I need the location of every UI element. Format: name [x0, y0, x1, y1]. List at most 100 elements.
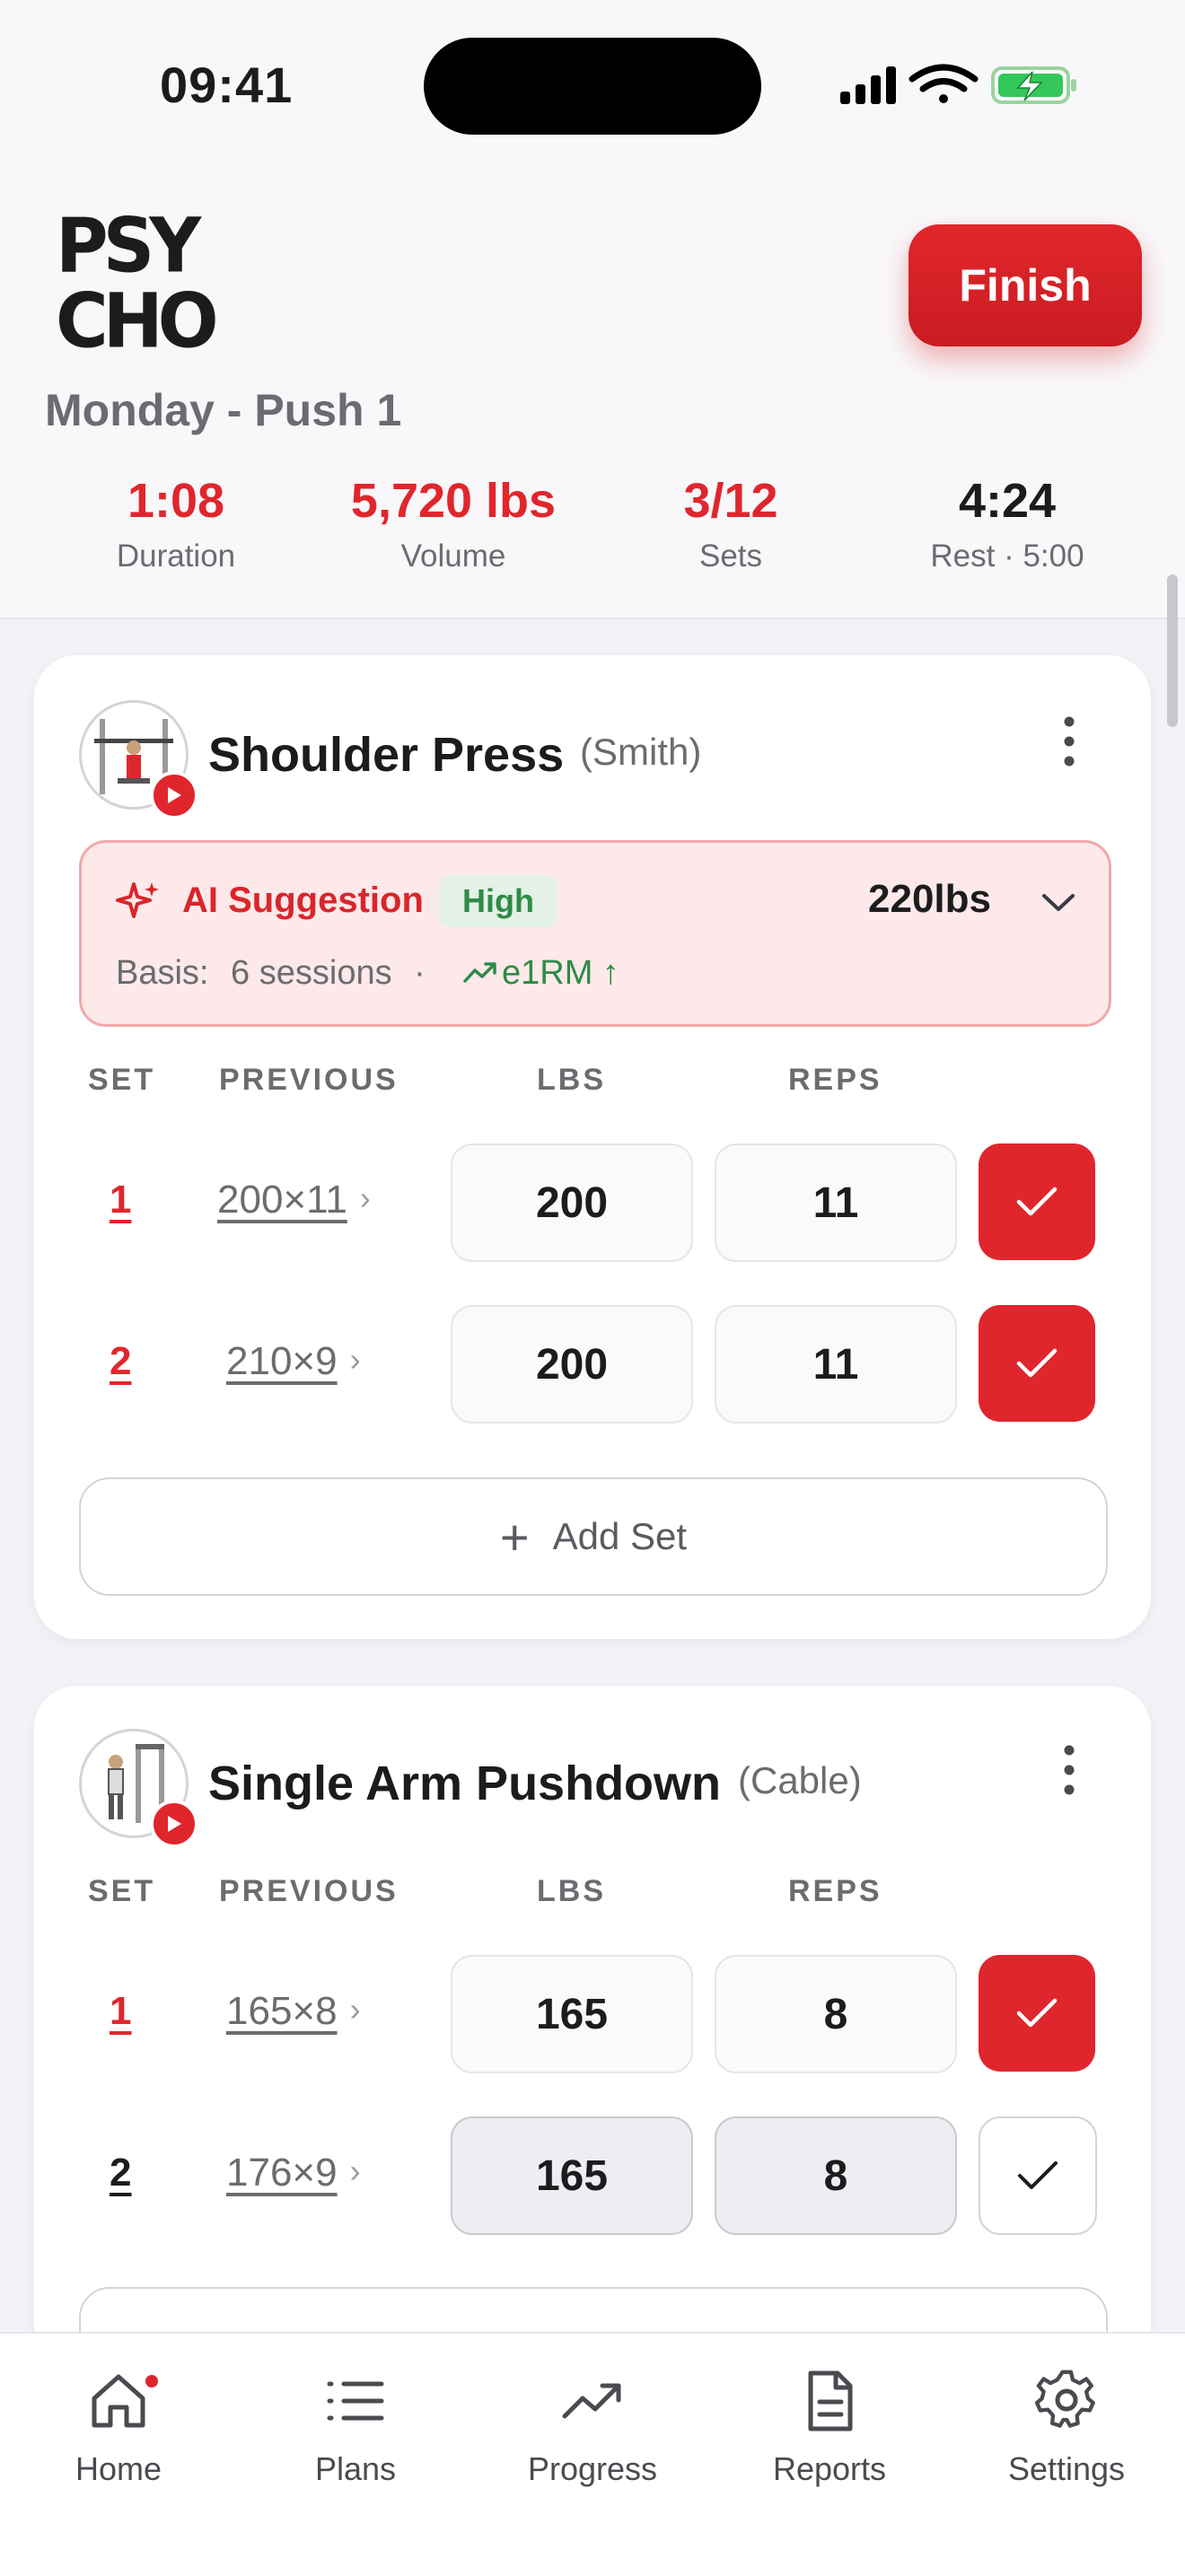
- complete-set-button[interactable]: [979, 1143, 1095, 1260]
- previous-set-value: 200×11: [217, 1178, 347, 1222]
- plus-icon: +: [499, 1508, 530, 1565]
- column-reps: REPS: [788, 1874, 882, 1908]
- exercise-name[interactable]: Single Arm Pushdown: [208, 1756, 721, 1811]
- app-logo: PSY CHO: [56, 206, 219, 361]
- previous-set-link[interactable]: 176×9 ›: [226, 2151, 361, 2195]
- tab-settings-label: Settings: [1007, 2450, 1126, 2487]
- tab-progress[interactable]: Progress: [494, 2370, 691, 2488]
- set-number[interactable]: 2: [110, 2151, 131, 2195]
- signal-icon: [840, 66, 896, 104]
- add-set-button[interactable]: + Add Set: [79, 1477, 1108, 1596]
- add-set-label: Add Set: [552, 1515, 688, 1557]
- tab-plans-label: Plans: [314, 2450, 397, 2487]
- tab-plans[interactable]: Plans: [257, 2370, 454, 2488]
- stat-sets-label: Sets: [698, 539, 763, 574]
- ai-suggestion-panel[interactable]: AI Suggestion High 220lbs Basis: 6 sessi…: [79, 840, 1111, 1027]
- gear-icon: [1035, 2370, 1095, 2428]
- previous-set-value: 176×9: [226, 2151, 338, 2195]
- play-video-icon[interactable]: [150, 771, 198, 819]
- play-video-icon[interactable]: [150, 1800, 198, 1848]
- stat-rest-label: Rest · 5:00: [930, 539, 1084, 574]
- chevron-right-icon: ›: [349, 1341, 361, 1378]
- more-options-icon[interactable]: [1056, 1743, 1083, 1797]
- stat-sets: 3/12 Sets: [596, 472, 865, 574]
- exercise-thumbnail[interactable]: [79, 1729, 198, 1848]
- stat-rest-timer[interactable]: 4:24 Rest · 5:00: [873, 472, 1142, 574]
- weight-input[interactable]: 165: [451, 2116, 693, 2235]
- list-icon: [327, 2381, 384, 2421]
- previous-set-link[interactable]: 165×8 ›: [226, 1989, 361, 2034]
- ai-suggested-weight: 220lbs: [868, 877, 991, 921]
- workout-header: 09:41 PSY CHO Finish Monday - Push 1 1:0…: [0, 0, 1185, 727]
- ai-suggestion-title: AI Suggestion: [182, 881, 424, 920]
- more-options-icon[interactable]: [1056, 714, 1083, 768]
- exercise-card: Shoulder Press (Smith) AI Suggestion Hig…: [34, 655, 1151, 1639]
- complete-set-button[interactable]: [979, 2116, 1097, 2235]
- battery-charging-icon: [991, 66, 1076, 104]
- weight-input[interactable]: 200: [451, 1143, 693, 1262]
- status-icons: [840, 64, 1076, 104]
- trend-icon: [562, 2383, 621, 2419]
- column-lbs: LBS: [537, 1874, 606, 1908]
- previous-set-link[interactable]: 210×9 ›: [226, 1339, 361, 1384]
- set-number[interactable]: 1: [110, 1989, 131, 2034]
- reps-input[interactable]: 11: [715, 1305, 957, 1424]
- notification-badge: [145, 2375, 158, 2388]
- chevron-down-icon[interactable]: [1040, 891, 1076, 915]
- set-number[interactable]: 2: [110, 1339, 131, 1384]
- exercise-equipment: (Smith): [580, 731, 702, 773]
- dynamic-island: [424, 38, 761, 135]
- complete-set-button[interactable]: [979, 1305, 1095, 1422]
- ai-trend: e1RM ↑: [502, 954, 619, 992]
- tab-bar: Home Plans Progress Reports Settings: [0, 2332, 1185, 2576]
- tab-home-label: Home: [75, 2450, 162, 2487]
- exercise-card: Single Arm Pushdown (Cable) SET PREVIOUS…: [34, 1686, 1151, 2405]
- stat-rest-value: 4:24: [958, 474, 1057, 528]
- status-time: 09:41: [160, 57, 294, 113]
- ai-basis: Basis: 6 sessions ·: [116, 954, 426, 993]
- column-lbs: LBS: [537, 1063, 606, 1097]
- stat-duration-label: Duration: [116, 539, 236, 574]
- scrollbar[interactable]: [1167, 574, 1178, 727]
- column-previous: PREVIOUS: [219, 1874, 399, 1908]
- stat-duration: 1:08 Duration: [41, 472, 311, 574]
- tab-home[interactable]: Home: [20, 2370, 217, 2488]
- column-set: SET: [88, 1874, 156, 1908]
- column-set: SET: [88, 1063, 156, 1097]
- reps-input[interactable]: 8: [715, 2116, 957, 2235]
- column-previous: PREVIOUS: [219, 1063, 399, 1097]
- complete-set-button[interactable]: [979, 1955, 1095, 2072]
- check-icon: [1016, 1187, 1058, 1216]
- column-reps: REPS: [788, 1063, 882, 1097]
- home-icon: [92, 2374, 145, 2428]
- stat-sets-value: 3/12: [683, 474, 778, 528]
- stat-volume-label: Volume: [400, 539, 506, 574]
- exercise-thumbnail[interactable]: [79, 700, 198, 819]
- chevron-right-icon: ›: [349, 1991, 361, 2028]
- check-icon: [1016, 1998, 1058, 2028]
- basis-value: 6 sessions: [231, 954, 392, 992]
- trend-up-icon: [463, 962, 496, 983]
- tab-reports[interactable]: Reports: [731, 2370, 928, 2488]
- sparkle-icon: [116, 882, 159, 918]
- check-icon: [1016, 1348, 1058, 1378]
- confidence-badge: High: [439, 875, 557, 927]
- exercise-equipment: (Cable): [738, 1759, 862, 1801]
- check-icon: [1018, 2161, 1058, 2189]
- chevron-right-icon: ›: [349, 2152, 361, 2189]
- previous-set-link[interactable]: 200×11 ›: [217, 1178, 371, 1222]
- weight-input[interactable]: 165: [451, 1955, 693, 2073]
- set-number[interactable]: 1: [110, 1178, 131, 1222]
- tab-progress-label: Progress: [527, 2450, 658, 2487]
- weight-input[interactable]: 200: [451, 1305, 693, 1424]
- finish-button[interactable]: Finish: [908, 224, 1142, 346]
- tab-settings[interactable]: Settings: [968, 2370, 1165, 2488]
- reps-input[interactable]: 8: [715, 1955, 957, 2073]
- reps-input[interactable]: 11: [715, 1143, 957, 1262]
- previous-set-value: 165×8: [226, 1989, 338, 2033]
- workout-title: Monday - Push 1: [45, 385, 402, 435]
- stat-duration-value: 1:08: [127, 474, 225, 528]
- exercise-name[interactable]: Shoulder Press: [208, 727, 564, 783]
- wifi-icon: [908, 64, 979, 103]
- basis-separator: ·: [414, 954, 426, 992]
